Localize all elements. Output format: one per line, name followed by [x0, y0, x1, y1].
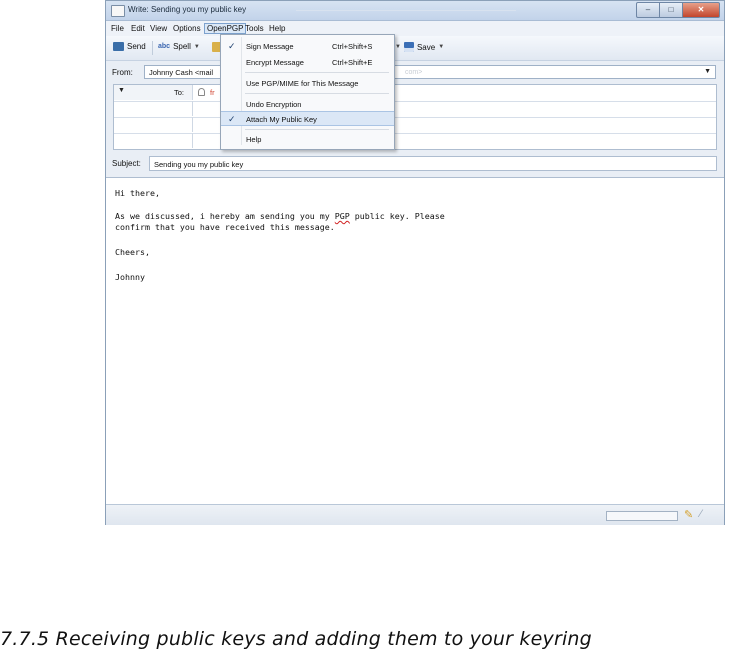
recipient-address[interactable]: fr: [210, 88, 215, 97]
toolbar-separator: [152, 41, 153, 55]
save-label: Save: [416, 42, 436, 52]
subject-label: Subject:: [112, 159, 141, 168]
spell-label: Spell: [173, 42, 191, 51]
spell-check-icon: abc: [158, 43, 171, 50]
recipient-row[interactable]: ▼ To: fr: [114, 85, 716, 102]
menu-item-label: Sign Message: [246, 42, 294, 51]
body-line: As we discussed, i hereby am sending you…: [115, 211, 445, 221]
menu-item-label: Encrypt Message: [246, 58, 304, 67]
menu-item-label: Attach My Public Key: [246, 115, 317, 124]
body-line: confirm that you have received this mess…: [115, 222, 335, 232]
send-button[interactable]: Send: [113, 42, 146, 51]
recipients-grid: ▼ To: fr: [113, 84, 717, 150]
menu-help[interactable]: Help: [269, 24, 285, 33]
chevron-down-icon: ▼: [704, 68, 711, 75]
compose-window-icon: [111, 5, 125, 17]
menu-item-shortcut: Ctrl+Shift+E: [332, 58, 373, 67]
subject-input[interactable]: Sending you my public key: [149, 156, 717, 171]
body-line: Cheers,: [115, 247, 150, 257]
chevron-down-icon[interactable]: ▼: [395, 44, 401, 50]
compose-window: Write: Sending you my public key – □ ✕ F…: [105, 0, 725, 525]
menu-item-undo-encryption[interactable]: Undo Encryption: [221, 97, 394, 112]
save-button[interactable]: ▼ Save ▼: [395, 42, 444, 52]
title-bar[interactable]: Write: Sending you my public key – □ ✕: [106, 1, 724, 21]
send-label: Send: [127, 42, 146, 51]
menu-separator: [245, 72, 389, 73]
menu-item-label: Undo Encryption: [246, 100, 302, 109]
recipient-type-cell[interactable]: [114, 101, 193, 116]
address-book-icon: [198, 88, 205, 96]
pencil-icon: ✎: [684, 509, 694, 521]
menu-item-use-pgp-mime[interactable]: Use PGP/MIME for This Message: [221, 76, 394, 91]
maximize-button[interactable]: □: [660, 2, 683, 18]
chevron-down-icon[interactable]: ▼: [194, 44, 200, 50]
spell-button[interactable]: abc Spell ▼: [158, 42, 200, 51]
window-title: Write: Sending you my public key: [128, 5, 247, 14]
menu-separator: [245, 129, 389, 130]
window-controls: – □ ✕: [636, 2, 720, 18]
recipient-row-empty[interactable]: [114, 133, 716, 149]
toolbar: Send abc Spell ▼ ▼ Save ▼: [106, 36, 724, 61]
menu-openpgp[interactable]: OpenPGP: [204, 23, 247, 34]
recipient-type-select[interactable]: ▼ To:: [114, 85, 193, 100]
menu-file[interactable]: File: [111, 24, 124, 33]
body-line: Hi there,: [115, 188, 160, 198]
subject-value: Sending you my public key: [154, 160, 244, 169]
resize-grip-icon[interactable]: ⁄: [700, 508, 702, 520]
recipient-type-label: To:: [174, 88, 185, 97]
chevron-down-icon[interactable]: ▼: [438, 44, 444, 50]
from-value-obscured: com>: [405, 69, 423, 76]
menu-item-attach-public-key[interactable]: ✓ Attach My Public Key: [221, 111, 394, 126]
subject-row: Subject: Sending you my public key: [106, 156, 724, 172]
from-row: From: Johnny Cash <mail com> ▼: [106, 64, 724, 80]
section-heading: 7.7.5 Receiving public keys and adding t…: [0, 628, 592, 650]
recipient-type-cell[interactable]: [114, 117, 193, 132]
misspelled-word[interactable]: PGP: [335, 211, 350, 221]
send-icon: [113, 42, 124, 51]
message-body[interactable]: Hi there, As we discussed, i hereby am s…: [106, 177, 724, 505]
menu-edit[interactable]: Edit: [131, 24, 145, 33]
save-disk-icon: [403, 42, 414, 52]
menu-options[interactable]: Options: [173, 24, 201, 33]
menu-item-sign-message[interactable]: ✓ Sign Message Ctrl+Shift+S: [221, 39, 394, 54]
close-button[interactable]: ✕: [683, 2, 720, 18]
recipient-row-empty[interactable]: [114, 117, 716, 134]
minimize-button[interactable]: –: [636, 2, 660, 18]
menu-item-shortcut: Ctrl+Shift+S: [332, 42, 373, 51]
menu-view[interactable]: View: [150, 24, 167, 33]
title-bar-faded-text: [296, 10, 516, 11]
from-label: From:: [112, 68, 133, 77]
menu-item-label: Help: [246, 135, 262, 144]
body-line: Johnny: [115, 272, 145, 282]
recipient-row-empty[interactable]: [114, 101, 716, 118]
menu-item-help[interactable]: Help: [221, 132, 394, 147]
recipient-type-cell[interactable]: [114, 133, 193, 148]
menu-item-label: Use PGP/MIME for This Message: [246, 79, 359, 88]
openpgp-menu: ✓ Sign Message Ctrl+Shift+S Encrypt Mess…: [220, 34, 395, 150]
from-value: Johnny Cash <mail: [149, 68, 213, 77]
check-icon: ✓: [228, 41, 236, 51]
status-bar: ✎ ⁄: [106, 504, 724, 525]
menu-item-encrypt-message[interactable]: Encrypt Message Ctrl+Shift+E: [221, 55, 394, 70]
menu-separator: [245, 93, 389, 94]
menu-tools[interactable]: Tools: [245, 24, 264, 33]
check-icon: ✓: [228, 114, 236, 124]
menu-bar: File Edit View Options OpenPGP Tools Hel…: [106, 21, 724, 36]
progress-bar: [606, 511, 678, 521]
chevron-down-icon: ▼: [118, 87, 125, 94]
